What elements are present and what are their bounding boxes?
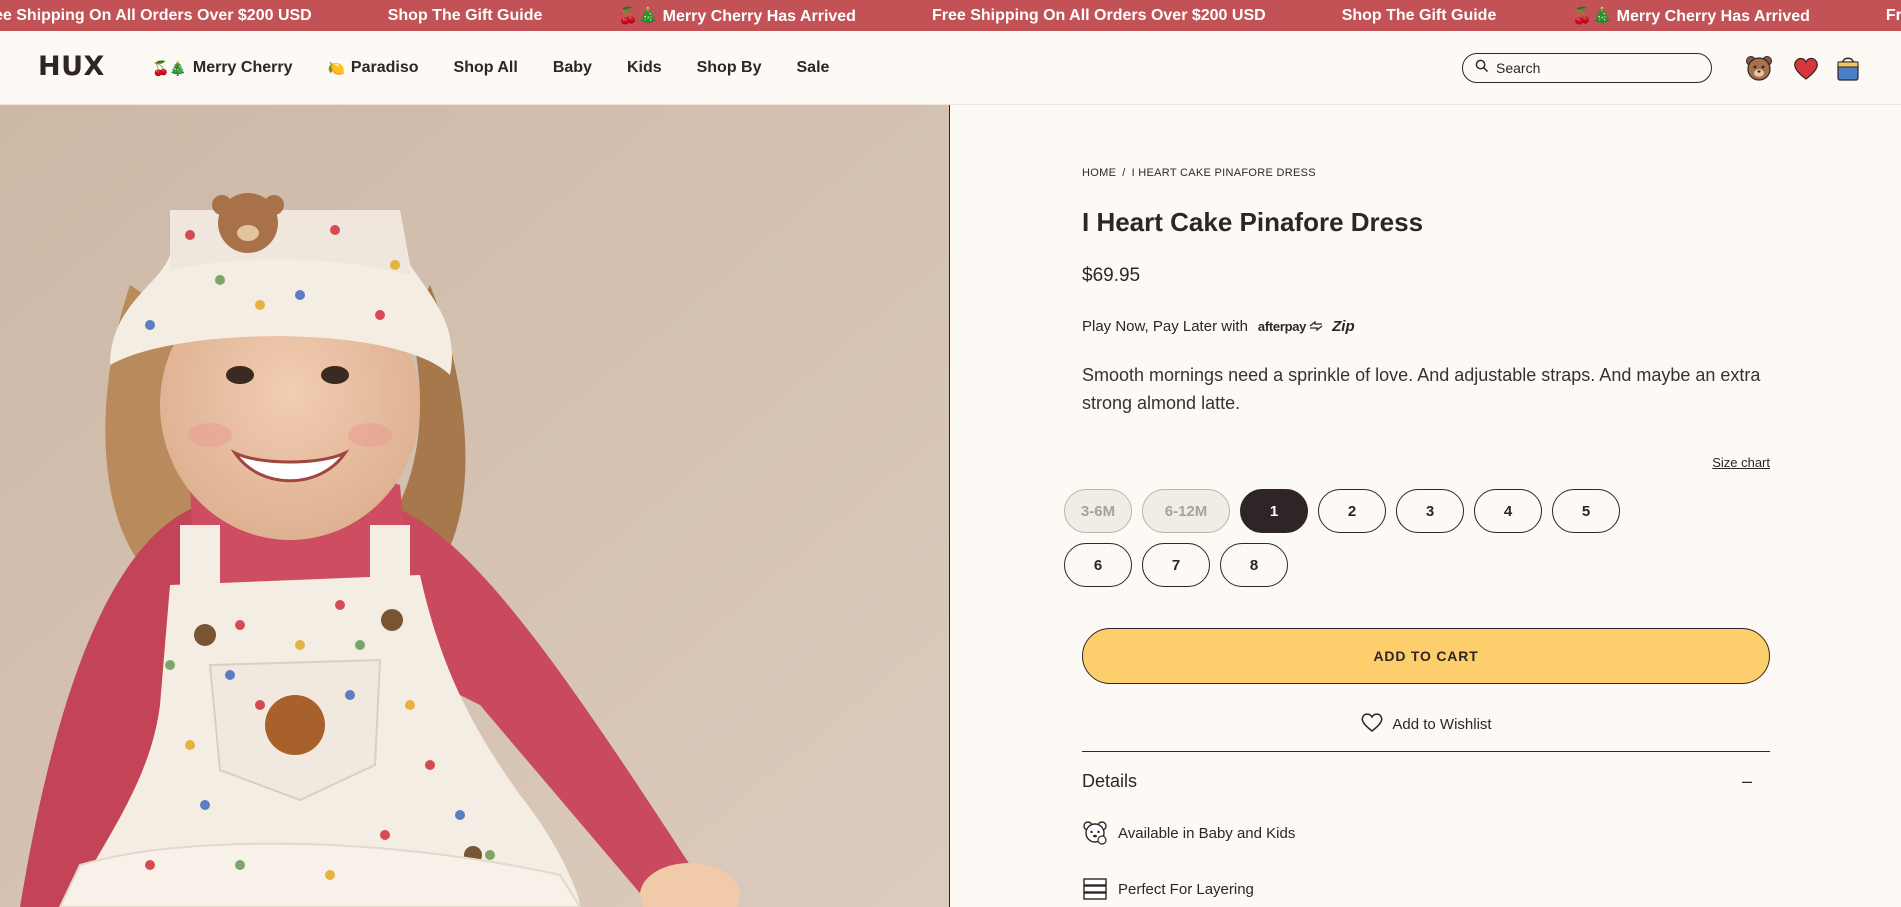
size-chart-link[interactable]: Size chart — [1712, 455, 1770, 470]
details-accordion-header[interactable]: Details – — [1082, 771, 1770, 792]
divider — [1082, 751, 1770, 752]
zip-logo[interactable]: Zip — [1332, 318, 1355, 335]
layers-icon — [1082, 876, 1108, 902]
site-header: HUX 🍒🎄 Merry Cherry 🍋 Paradiso Shop All Ba… — [0, 31, 1901, 105]
nav-label: Paradiso — [350, 59, 419, 76]
nav-kids[interactable]: Kids — [627, 59, 662, 77]
heart-wishlist-icon[interactable] — [1791, 53, 1821, 83]
announcement-item[interactable]: Shop The Gift Guide — [388, 7, 543, 25]
breadcrumb: HOME / I HEART CAKE PINAFORE DRESS — [1082, 167, 1316, 179]
feature-text: Perfect For Layering — [1118, 880, 1254, 898]
pay-later-row: Play Now, Pay Later with afterpay Zip — [1082, 318, 1355, 335]
nav-paradiso[interactable]: 🍋 Paradiso — [327, 59, 418, 77]
size-option[interactable]: 2 — [1318, 489, 1386, 533]
announcement-item[interactable]: 🍒🎄 Merry Cherry Has Arrived — [618, 6, 856, 26]
announcement-bar: Free Shipping On All Orders Over $200 US… — [0, 0, 1901, 31]
size-selector: 3-6M 6-12M 1 2 3 4 5 6 7 8 — [1064, 489, 1684, 597]
feature-text: Available in Baby and Kids — [1118, 824, 1296, 842]
feature-item: Perfect For Layering — [1082, 876, 1254, 902]
size-option[interactable]: 3 — [1396, 489, 1464, 533]
product-description: Smooth mornings need a sprinkle of love.… — [1082, 365, 1761, 413]
size-option[interactable]: 5 — [1552, 489, 1620, 533]
site-logo[interactable]: HUX — [38, 51, 105, 82]
nav-shop-by[interactable]: Shop By — [697, 59, 762, 77]
add-to-wishlist-button[interactable]: Add to Wishlist — [1082, 711, 1770, 737]
size-option[interactable]: 6-12M — [1142, 489, 1230, 533]
breadcrumb-separator: / — [1122, 167, 1126, 179]
cherry-tree-icon: 🍒🎄 — [152, 59, 187, 76]
breadcrumb-current: I HEART CAKE PINAFORE DRESS — [1131, 167, 1316, 179]
bag-cart-icon[interactable] — [1833, 53, 1863, 83]
wishlist-label: Add to Wishlist — [1392, 715, 1492, 733]
announcement-item[interactable]: 🍒🎄 Merry Cherry Has Arrived — [1572, 6, 1810, 26]
afterpay-arrows-icon — [1309, 320, 1323, 332]
product-title: I Heart Cake Pinafore Dress — [1082, 207, 1424, 237]
search-box[interactable] — [1462, 53, 1712, 83]
afterpay-logo[interactable]: afterpay — [1258, 319, 1324, 334]
bear-account-icon[interactable] — [1744, 53, 1774, 83]
breadcrumb-home[interactable]: HOME — [1082, 167, 1116, 179]
add-to-cart-button[interactable]: ADD TO CART — [1082, 628, 1770, 684]
size-option[interactable]: 3-6M — [1064, 489, 1132, 533]
heart-outline-icon — [1360, 711, 1384, 737]
size-option[interactable]: 8 — [1220, 543, 1288, 587]
announcement-item[interactable]: Free Shipping On All Orders Over $200 US… — [1886, 7, 1901, 25]
announcement-track: Free Shipping On All Orders Over $200 US… — [0, 0, 1901, 31]
main-nav: 🍒🎄 Merry Cherry 🍋 Paradiso Shop All Baby K… — [152, 31, 864, 105]
size-option[interactable]: 6 — [1064, 543, 1132, 587]
size-option[interactable]: 7 — [1142, 543, 1210, 587]
afterpay-label: afterpay — [1257, 319, 1307, 334]
nav-sale[interactable]: Sale — [797, 59, 830, 77]
announcement-item[interactable]: Shop The Gift Guide — [1342, 7, 1497, 25]
nav-label: Merry Cherry — [192, 59, 293, 76]
nav-shop-all[interactable]: Shop All — [454, 59, 518, 77]
announcement-item[interactable]: Free Shipping On All Orders Over $200 US… — [0, 7, 312, 25]
size-option-selected[interactable]: 1 — [1240, 489, 1308, 533]
details-title: Details — [1082, 771, 1138, 791]
size-option[interactable]: 4 — [1474, 489, 1542, 533]
lemon-icon: 🍋 — [327, 59, 345, 76]
product-image[interactable] — [0, 105, 950, 907]
feature-item: Available in Baby and Kids — [1082, 820, 1295, 846]
nav-merry-cherry[interactable]: 🍒🎄 Merry Cherry — [152, 59, 292, 77]
pay-later-text: Play Now, Pay Later with — [1082, 318, 1248, 335]
minus-icon: – — [1741, 771, 1752, 791]
announcement-item[interactable]: Free Shipping On All Orders Over $200 US… — [932, 7, 1266, 25]
product-photo-illustration — [0, 105, 949, 907]
product-price: $69.95 — [1082, 265, 1141, 286]
search-icon — [1475, 59, 1488, 77]
nav-baby[interactable]: Baby — [553, 59, 592, 77]
search-input[interactable] — [1496, 60, 1696, 76]
bear-face-icon — [1082, 820, 1108, 846]
